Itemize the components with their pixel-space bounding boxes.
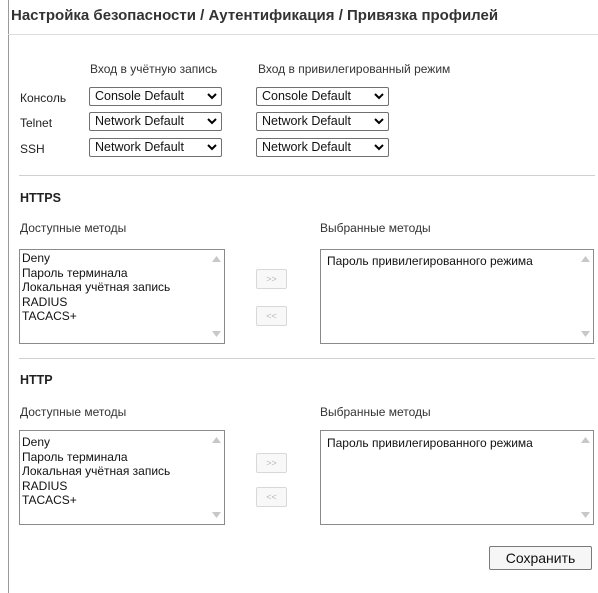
- page-title: Настройка безопасности / Аутентификация …: [11, 7, 499, 24]
- title-divider: [8, 34, 598, 35]
- ssh-login-value: Network Default: [95, 140, 184, 154]
- column-header-privileged: Вход в привилегированный режим: [258, 62, 451, 76]
- chevron-down-icon: [207, 118, 217, 125]
- list-item[interactable]: Пароль привилегированного режима: [327, 436, 579, 451]
- save-button[interactable]: Сохранить: [489, 546, 592, 570]
- section-divider: [19, 175, 595, 176]
- row-label-console: Консоль: [20, 91, 67, 105]
- chevron-down-icon: [207, 144, 217, 151]
- row-label-telnet: Telnet: [20, 116, 53, 130]
- chevron-down-icon: [374, 93, 384, 100]
- https-selected-label: Выбранные методы: [320, 221, 431, 235]
- list-item[interactable]: Пароль терминала: [22, 450, 210, 465]
- row-label-ssh: SSH: [20, 142, 45, 156]
- console-privileged-select[interactable]: Console Default: [256, 87, 389, 106]
- scroll-up-arrow-icon[interactable]: [212, 437, 221, 443]
- telnet-login-select[interactable]: Network Default: [89, 112, 222, 131]
- section-divider: [19, 358, 595, 359]
- telnet-login-value: Network Default: [95, 114, 184, 128]
- ssh-login-select[interactable]: Network Default: [89, 138, 222, 157]
- https-available-label: Доступные методы: [20, 221, 127, 235]
- http-remove-method-button[interactable]: <<: [256, 487, 287, 507]
- http-selected-methods-list[interactable]: Пароль привилегированного режима: [320, 430, 594, 525]
- scroll-down-arrow-icon[interactable]: [581, 331, 590, 337]
- list-item[interactable]: Пароль привилегированного режима: [327, 254, 579, 269]
- http-section-title: HTTP: [20, 373, 53, 387]
- scroll-down-arrow-icon[interactable]: [212, 512, 221, 518]
- list-item[interactable]: Deny: [22, 435, 210, 450]
- scroll-down-arrow-icon[interactable]: [581, 512, 590, 518]
- telnet-privileged-select[interactable]: Network Default: [256, 112, 389, 131]
- list-item[interactable]: Deny: [22, 251, 210, 266]
- console-login-select[interactable]: Console Default: [89, 87, 222, 106]
- http-selected-label: Выбранные методы: [320, 405, 431, 419]
- list-item[interactable]: TACACS+: [22, 493, 210, 508]
- list-item[interactable]: RADIUS: [22, 479, 210, 494]
- https-remove-method-button[interactable]: <<: [256, 306, 287, 326]
- http-add-method-button[interactable]: >>: [256, 453, 287, 473]
- list-item[interactable]: RADIUS: [22, 295, 210, 310]
- page-left-border: [8, 0, 9, 593]
- list-item[interactable]: Локальная учётная запись: [22, 280, 210, 295]
- http-available-label: Доступные методы: [20, 405, 127, 419]
- scroll-up-arrow-icon[interactable]: [212, 256, 221, 262]
- http-available-methods-list[interactable]: Deny Пароль терминала Локальная учётная …: [19, 430, 225, 525]
- telnet-privileged-value: Network Default: [262, 114, 351, 128]
- chevron-down-icon: [374, 118, 384, 125]
- https-add-method-button[interactable]: >>: [256, 269, 287, 289]
- list-item[interactable]: TACACS+: [22, 309, 210, 324]
- https-section-title: HTTPS: [20, 191, 61, 205]
- scroll-up-arrow-icon[interactable]: [581, 437, 590, 443]
- https-available-methods-list[interactable]: Deny Пароль терминала Локальная учётная …: [19, 249, 225, 344]
- ssh-privileged-value: Network Default: [262, 140, 351, 154]
- console-privileged-value: Console Default: [262, 89, 351, 103]
- list-item[interactable]: Пароль терминала: [22, 266, 210, 281]
- scroll-up-arrow-icon[interactable]: [581, 256, 590, 262]
- column-header-login: Вход в учётную запись: [90, 62, 218, 76]
- scroll-down-arrow-icon[interactable]: [212, 331, 221, 337]
- chevron-down-icon: [374, 144, 384, 151]
- chevron-down-icon: [207, 93, 217, 100]
- ssh-privileged-select[interactable]: Network Default: [256, 138, 389, 157]
- list-item[interactable]: Локальная учётная запись: [22, 464, 210, 479]
- https-selected-methods-list[interactable]: Пароль привилегированного режима: [320, 249, 594, 344]
- console-login-value: Console Default: [95, 89, 184, 103]
